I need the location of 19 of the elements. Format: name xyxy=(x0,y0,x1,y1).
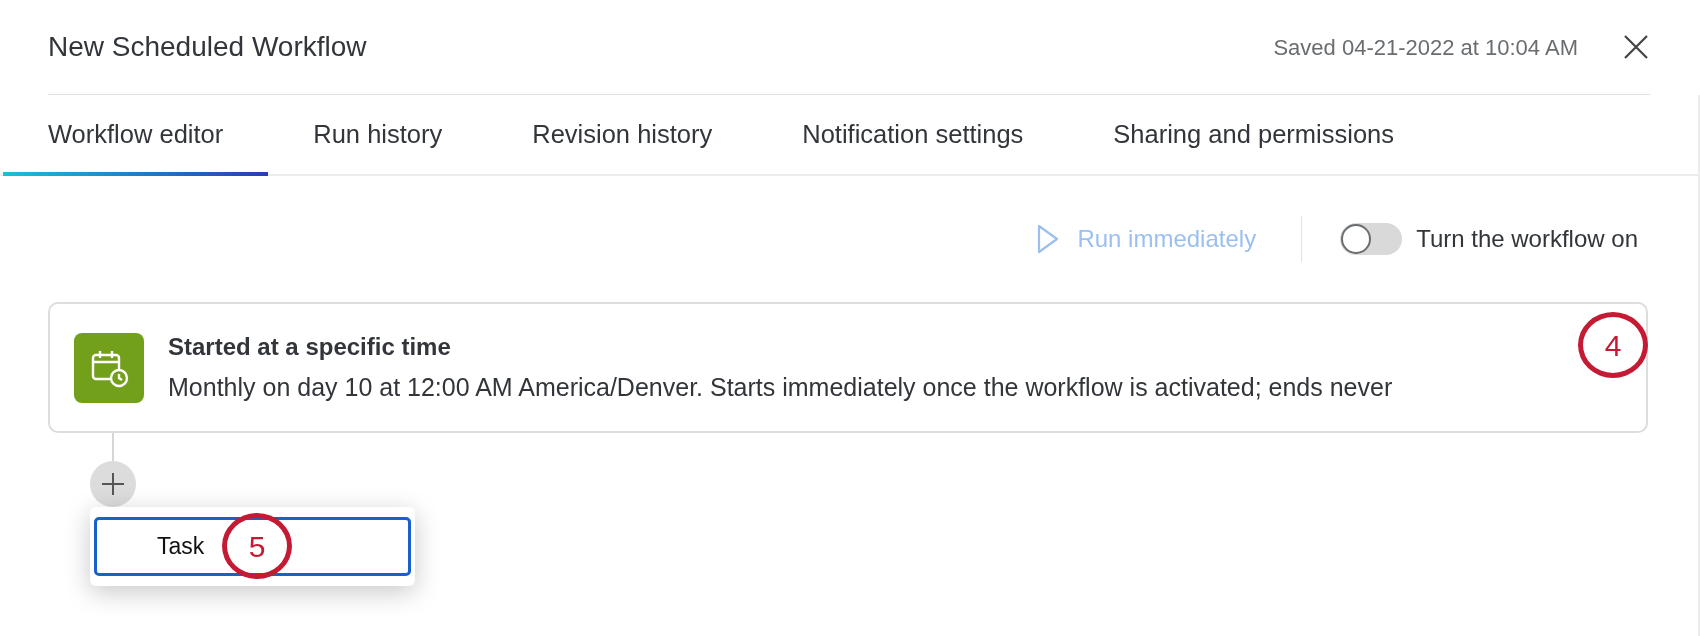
callout-number: 4 xyxy=(1578,312,1648,378)
add-step-button[interactable] xyxy=(90,461,136,507)
trigger-title: Started at a specific time xyxy=(168,331,452,362)
tab[interactable]: Workflow editor xyxy=(3,97,269,176)
saved-status: Saved 04-21-2022 at 10:04 AM xyxy=(1273,33,1578,62)
tab[interactable]: Run history xyxy=(268,97,488,176)
callout-number: 5 xyxy=(222,513,292,579)
calendar-clock-icon xyxy=(74,332,144,403)
tab[interactable]: Notification settings xyxy=(757,97,1069,176)
trigger-description: Monthly on day 10 at 12:00 AM America/Denver. Starts immediately once the workflow is activated; ends never xyxy=(168,371,1393,403)
tab[interactable]: Revision history xyxy=(487,97,758,176)
plus-icon xyxy=(101,472,125,496)
trigger-card[interactable]: Started at a specific time Monthly on day 10 at 12:00 AM America/Denver. Starts immediately once the workflow is activated; ends never 4 xyxy=(48,302,1648,433)
toggle-switch[interactable] xyxy=(1340,223,1403,255)
dialog-title: New Scheduled Workflow xyxy=(48,30,368,64)
play-icon xyxy=(1036,223,1061,255)
close-button[interactable] xyxy=(1622,33,1650,61)
toggle-label: Turn the workflow on xyxy=(1416,224,1638,254)
tab[interactable]: Sharing and permissions xyxy=(1068,97,1439,176)
